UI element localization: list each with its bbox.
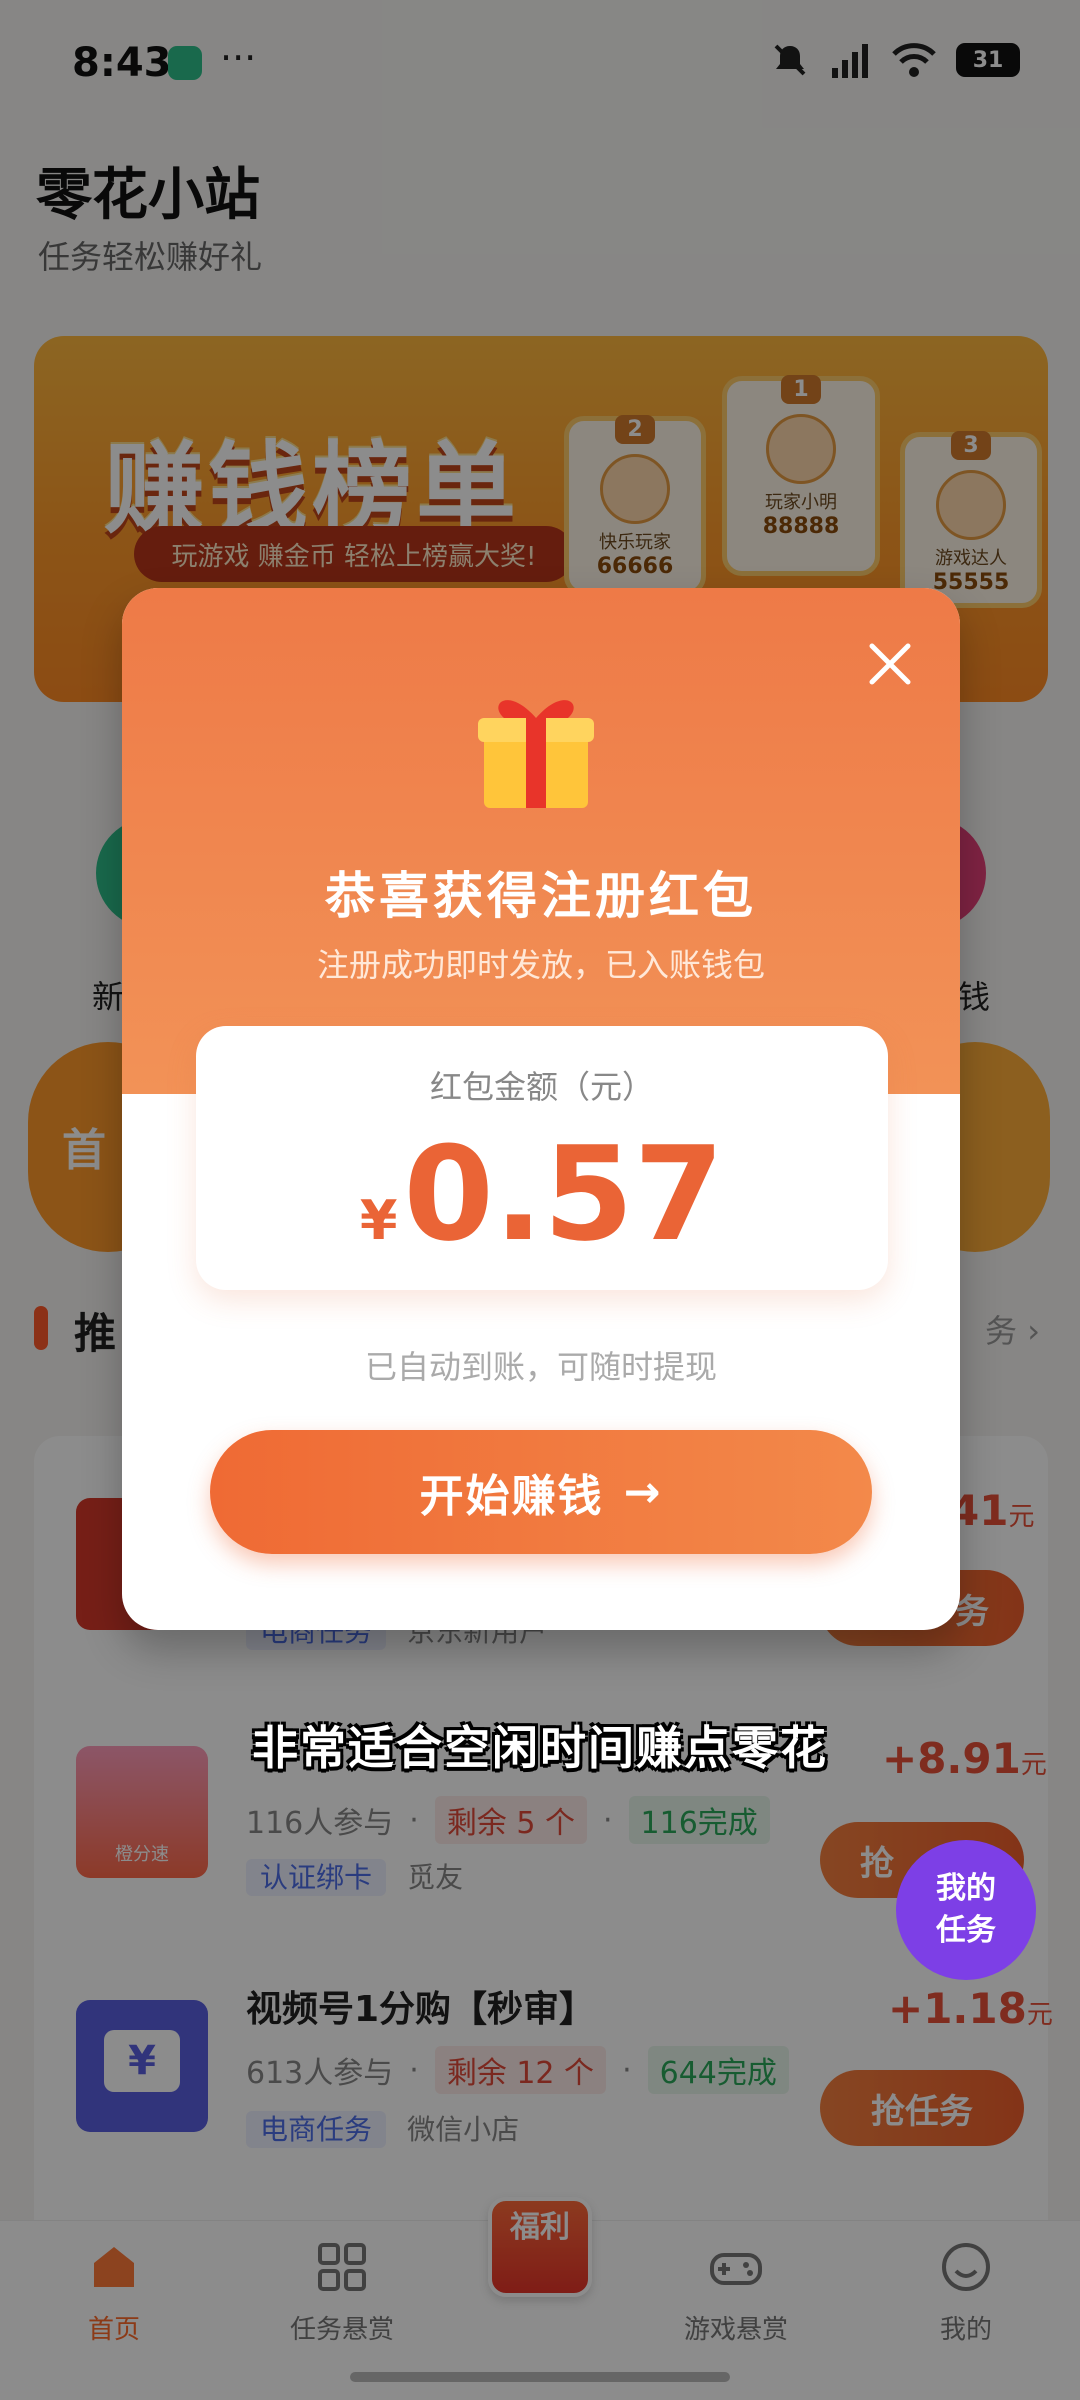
gift-icon	[478, 700, 594, 808]
cta-label: 开始赚钱	[419, 1471, 604, 1522]
amount-card: 红包金额（元） ¥0.57	[196, 1026, 888, 1290]
amount-label: 红包金额（元）	[429, 1068, 654, 1106]
close-icon[interactable]	[858, 632, 922, 696]
currency-symbol: ¥	[359, 1189, 398, 1252]
modal-hint: 已自动到账，可随时提现	[364, 1348, 717, 1386]
modal-title: 恭喜获得注册红包	[325, 867, 757, 925]
modal-header-bg	[122, 588, 960, 1094]
arrow-right-icon: →	[623, 1466, 663, 1518]
red-packet-modal: 恭喜获得注册红包 注册成功即时发放，已入账钱包 红包金额（元） ¥0.57 已自…	[122, 588, 960, 1630]
amount-number: 0.57	[403, 1118, 725, 1270]
my-tasks-line1: 我的	[936, 1871, 996, 1906]
my-tasks-line2: 任务	[936, 1913, 996, 1948]
modal-subtitle: 注册成功即时发放，已入账钱包	[316, 946, 765, 984]
start-earning-button[interactable]: 开始赚钱 →	[210, 1430, 872, 1554]
amount-value: ¥0.57	[196, 1118, 888, 1270]
my-tasks-floating-button[interactable]: 我的 任务	[896, 1840, 1036, 1980]
video-caption: 非常适合空闲时间赚点零花	[252, 1721, 828, 1775]
